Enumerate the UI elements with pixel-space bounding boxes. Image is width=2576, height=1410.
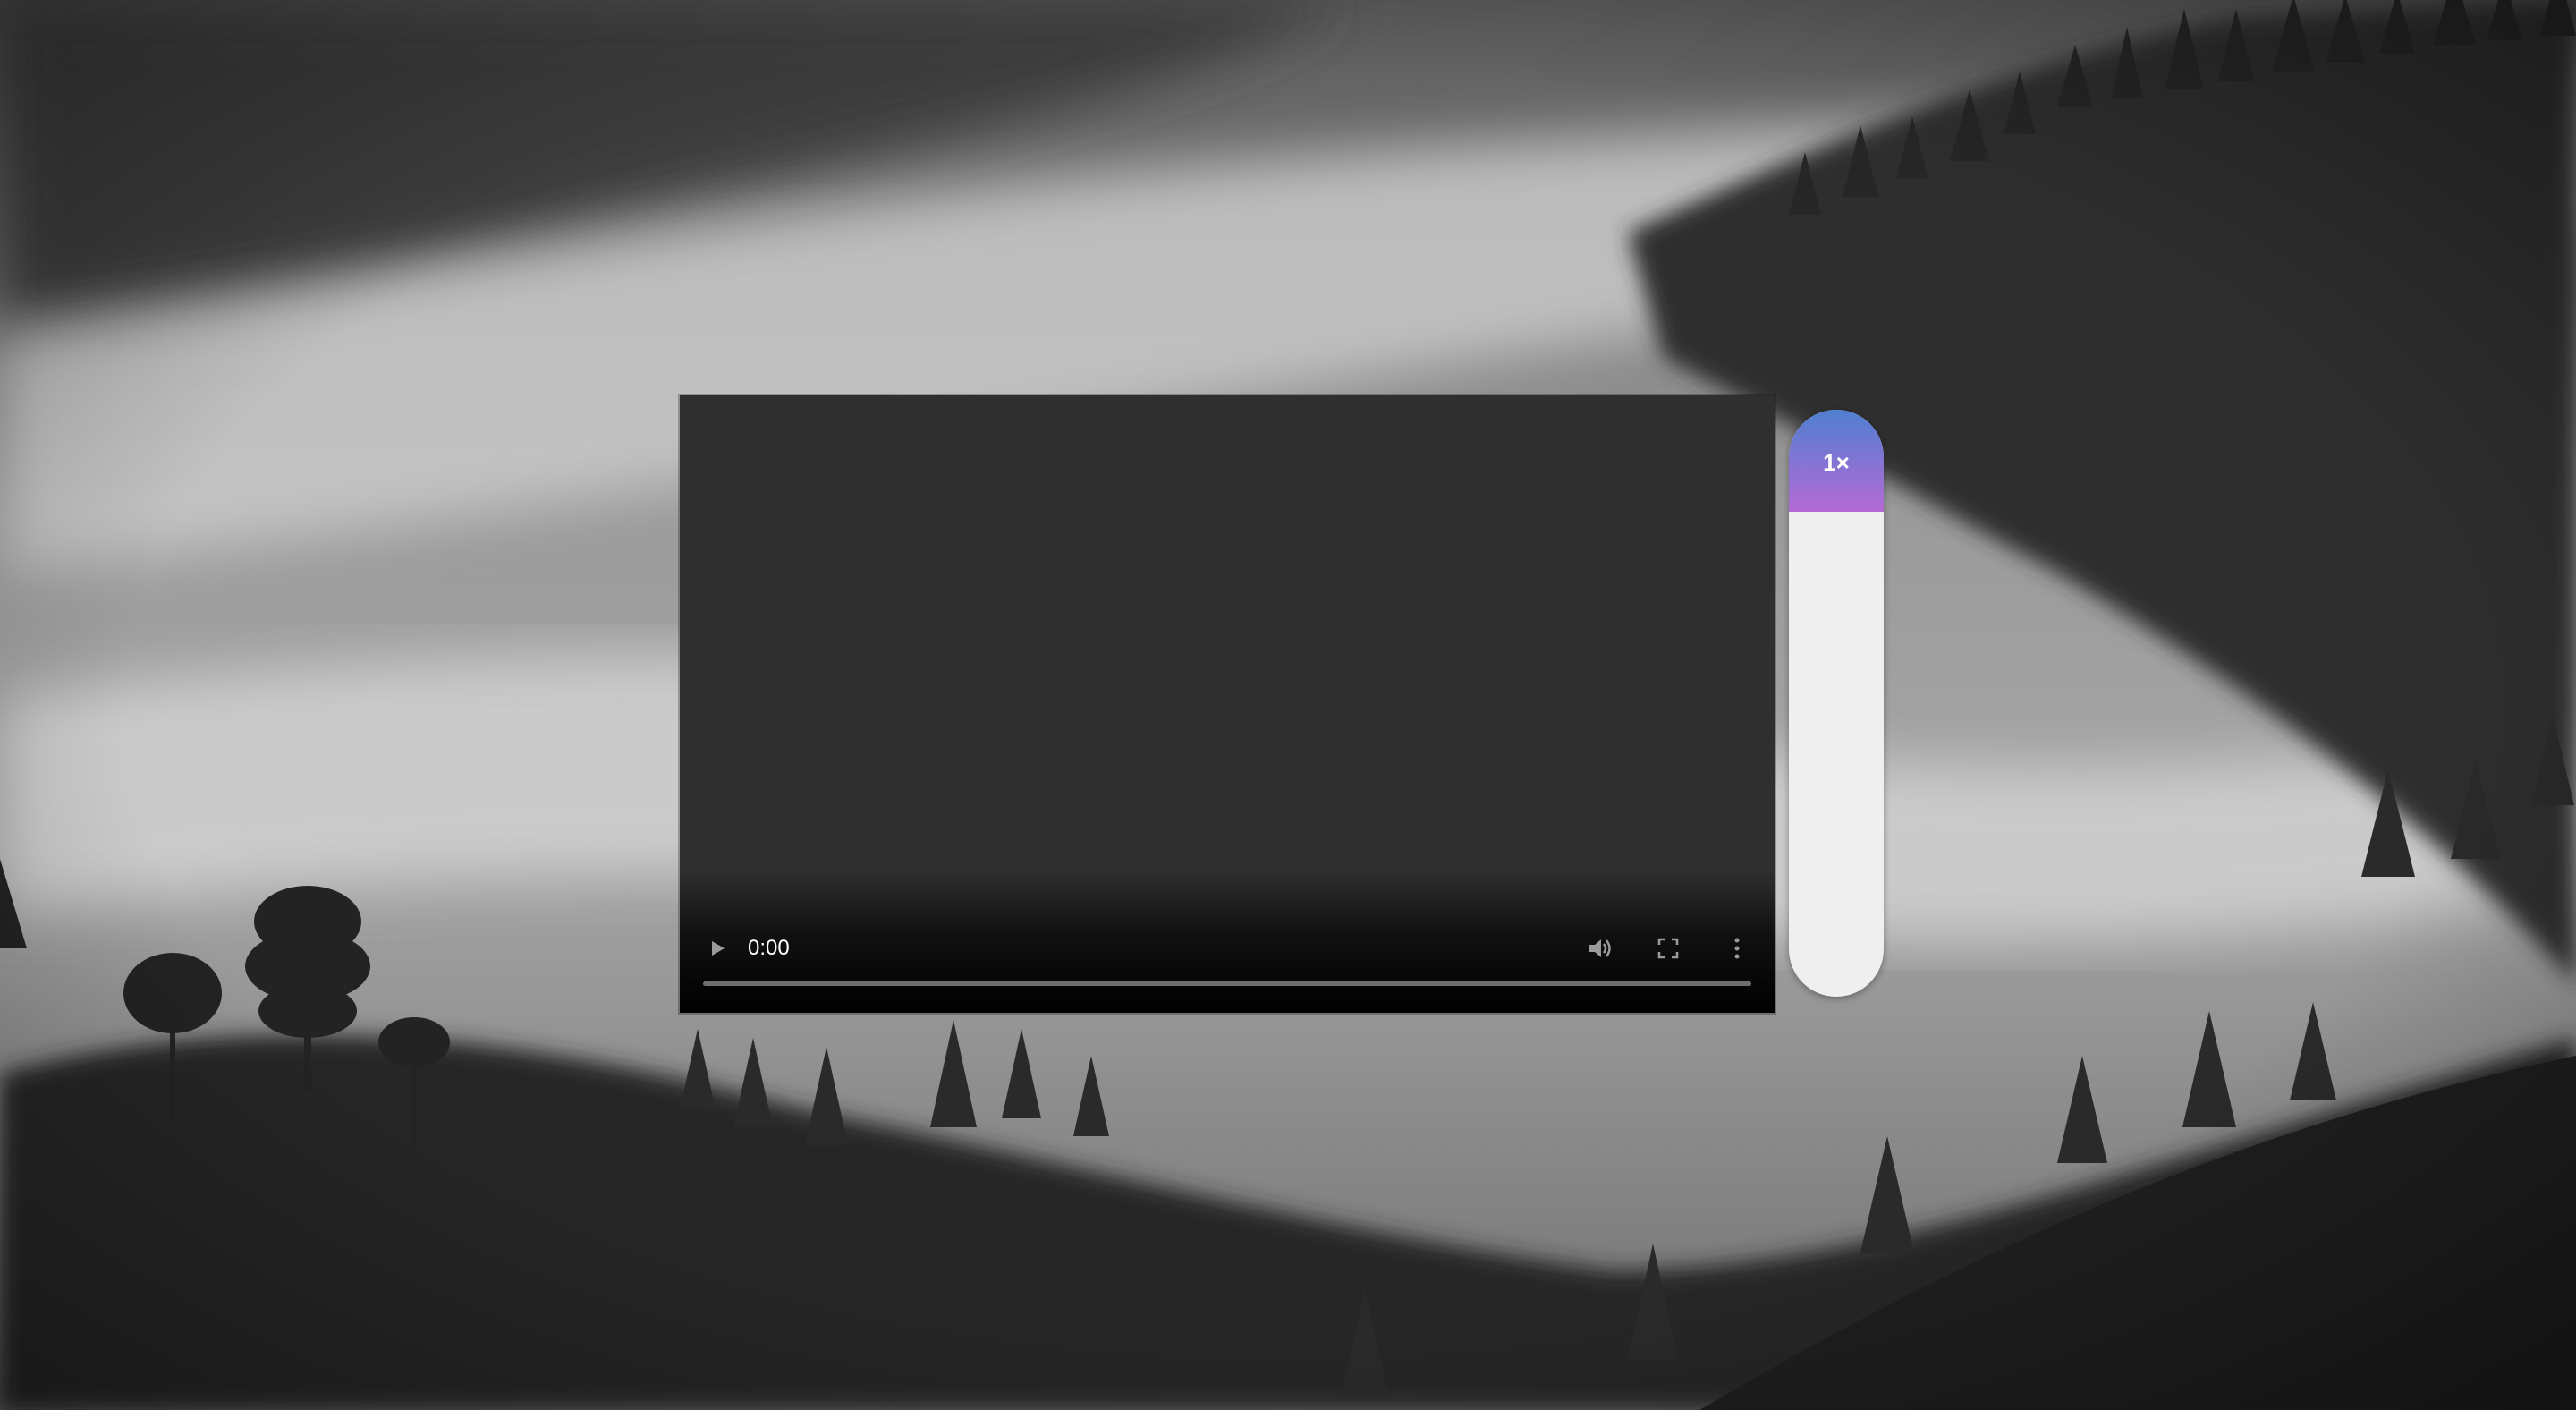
current-time-label: 0:00 <box>748 936 790 960</box>
video-player[interactable]: 0:00 <box>680 395 1775 1013</box>
playback-speed-label: 1× <box>1823 449 1850 476</box>
seek-bar[interactable] <box>703 981 1751 986</box>
fullscreen-icon[interactable] <box>1657 937 1680 960</box>
more-options-icon[interactable] <box>1728 936 1746 961</box>
video-controls-bar: 0:00 <box>680 870 1775 1013</box>
video-controls-row: 0:00 <box>680 929 1775 968</box>
desktop-background: 0:00 1× <box>0 0 2576 1410</box>
play-icon[interactable] <box>707 938 728 959</box>
playback-speed-slider[interactable]: 1× <box>1789 410 1884 997</box>
volume-icon[interactable] <box>1587 936 1614 961</box>
